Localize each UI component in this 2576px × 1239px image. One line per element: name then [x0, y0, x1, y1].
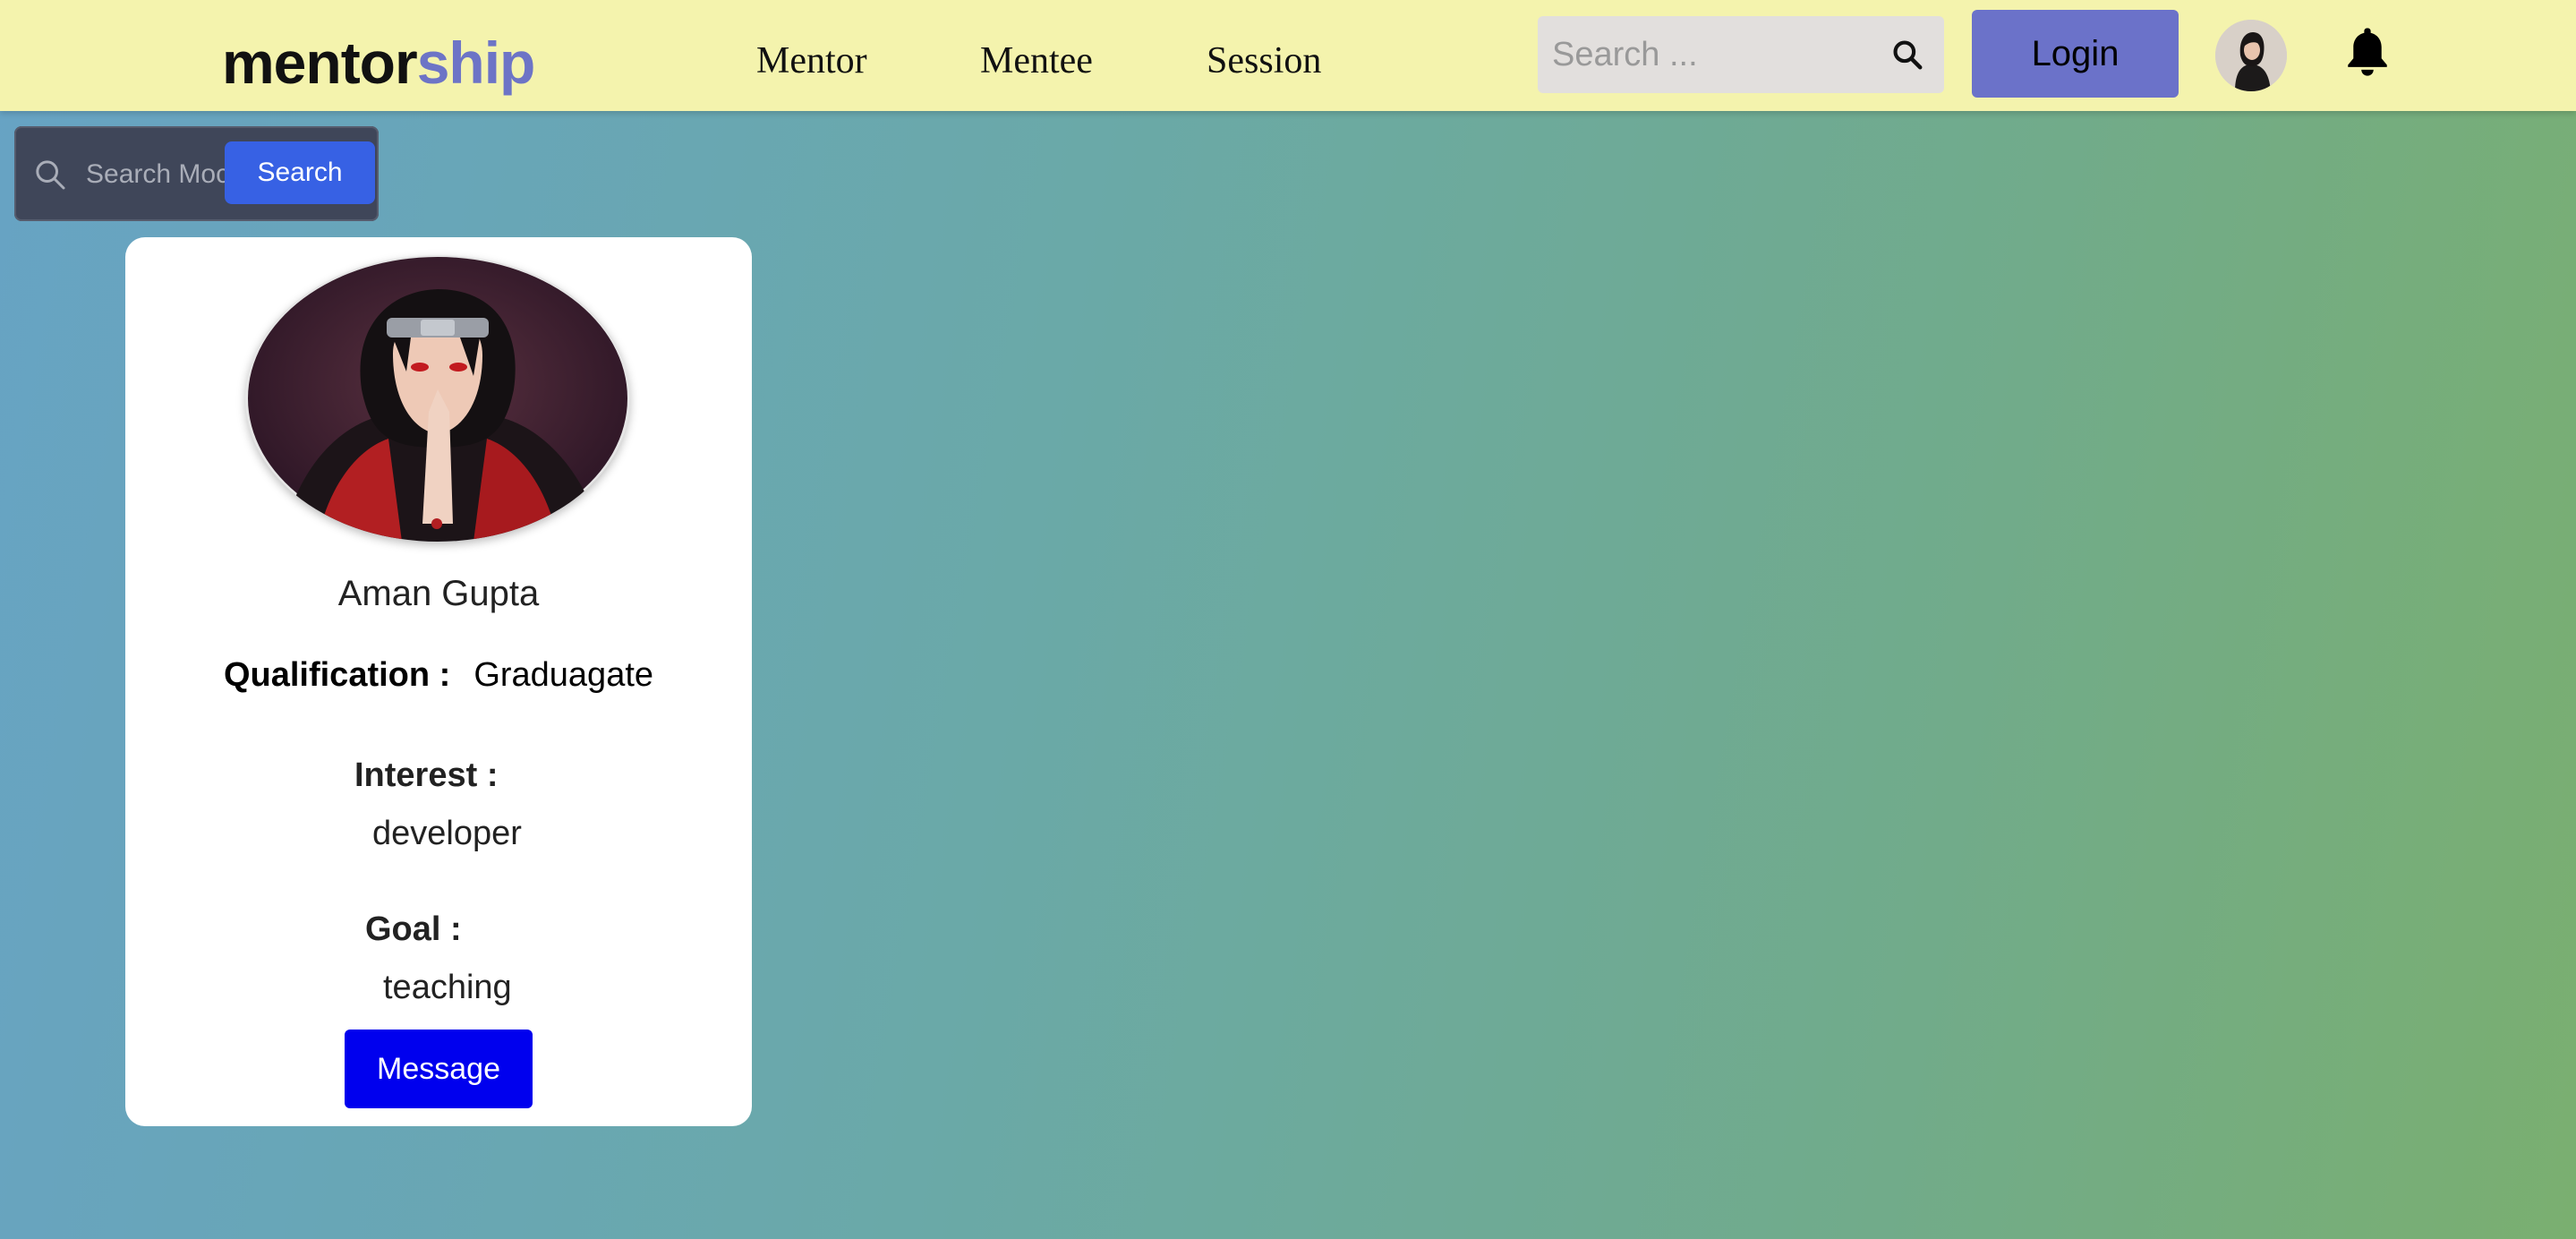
header-search-input[interactable] — [1552, 16, 1874, 93]
mock-search-bar: Search — [14, 126, 379, 221]
brand-text-part1: mentor — [222, 30, 418, 96]
nav-link-mentor[interactable]: Mentor — [756, 36, 867, 86]
interest-label: Interest : — [354, 756, 499, 794]
header-search-box — [1538, 16, 1944, 93]
mock-search-button[interactable]: Search — [225, 141, 375, 204]
qualification-label: Qualification : — [223, 656, 451, 694]
mock-search-input[interactable] — [86, 150, 238, 200]
brand-text-part2: ship — [416, 30, 536, 96]
brand-logo[interactable]: mentorship — [222, 27, 536, 98]
top-navbar: mentorship Mentor Mentee Session Login — [0, 0, 2576, 111]
mentor-profile-card: Aman Gupta Qualification : Graduagate Int… — [125, 237, 752, 1126]
login-button[interactable]: Login — [1972, 10, 2179, 98]
message-button[interactable]: Message — [345, 1030, 533, 1108]
bell-icon[interactable] — [2341, 23, 2393, 81]
profile-name: Aman Gupta — [337, 574, 540, 613]
qualification-value: Graduagate — [473, 656, 654, 694]
profile-photo — [245, 255, 630, 542]
nav-link-mentee[interactable]: Mentee — [980, 36, 1093, 86]
interest-value: developer — [372, 815, 522, 852]
goal-label: Goal : — [365, 910, 462, 948]
qualification-row: Qualification : Graduagate — [125, 656, 752, 695]
user-avatar[interactable] — [2215, 20, 2287, 91]
avatar-image — [2215, 20, 2287, 91]
profile-photo-image — [248, 257, 627, 542]
nav-link-session[interactable]: Session — [1207, 36, 1321, 86]
goal-value: teaching — [383, 969, 512, 1006]
magnifier-icon — [36, 160, 65, 190]
search-icon[interactable] — [1890, 38, 1924, 72]
